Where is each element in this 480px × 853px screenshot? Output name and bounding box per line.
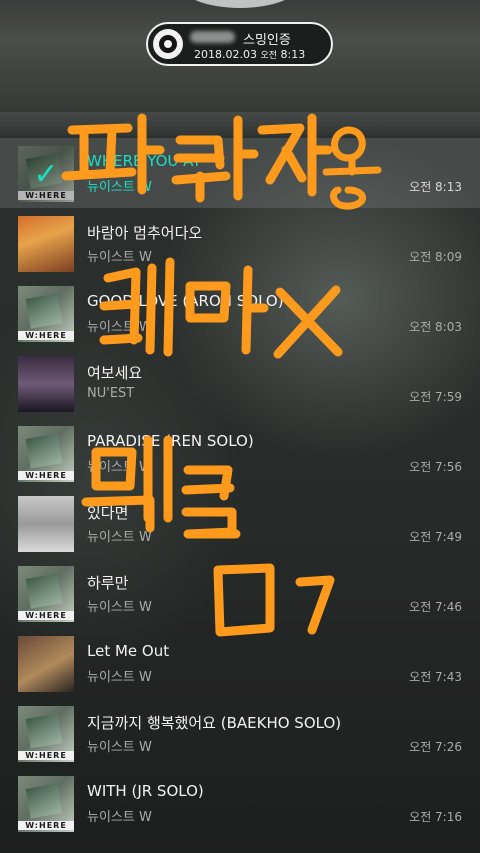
- song-row[interactable]: 지금까지 행복했어요 (BAEKHO SOLO) 뉴이스트 W 오전 7:26: [0, 698, 480, 768]
- song-row[interactable]: WITH (JR SOLO) 뉴이스트 W 오전 7:16: [0, 768, 480, 838]
- play-time: 오전 8:09: [409, 250, 462, 264]
- song-artist: NU'EST: [87, 386, 135, 401]
- song-row[interactable]: 여보세요 NU'EST 오전 7:59: [0, 348, 480, 418]
- play-time: 오전 7:43: [409, 670, 462, 684]
- song-row[interactable]: GOOD LOVE (ARON SOLO) 뉴이스트 W 오전 8:03: [0, 278, 480, 348]
- song-artist: 뉴이스트 W: [87, 180, 152, 195]
- album-thumbnail: [18, 426, 74, 482]
- play-time: 오전 7:49: [409, 530, 462, 544]
- song-title: Let Me Out: [87, 642, 170, 660]
- checkmark-icon: ✓: [18, 146, 74, 202]
- play-time: 오전 7:59: [409, 390, 462, 404]
- song-artist: 뉴이스트 W: [87, 250, 152, 265]
- album-thumbnail: [18, 636, 74, 692]
- album-thumbnail: [18, 776, 74, 832]
- song-title: 지금까지 행복했어요 (BAEKHO SOLO): [87, 714, 342, 732]
- song-title: WITH (JR SOLO): [87, 782, 204, 800]
- album-thumbnail: [18, 286, 74, 342]
- album-thumbnail: [18, 566, 74, 622]
- song-title: 하루만: [87, 574, 129, 592]
- album-thumbnail: [18, 216, 74, 272]
- song-title: 여보세요: [87, 364, 143, 382]
- song-artist: 뉴이스트 W: [87, 320, 152, 335]
- song-title: PARADISE (REN SOLO): [87, 432, 254, 450]
- play-time: 오전 7:56: [409, 460, 462, 474]
- auth-datetime: 2018.02.03 오전 8:13: [194, 48, 305, 61]
- song-artist: 뉴이스트 W: [87, 670, 152, 685]
- list-header-bar: [0, 112, 480, 136]
- song-row[interactable]: PARADISE (REN SOLO) 뉴이스트 W 오전 7:56: [0, 418, 480, 488]
- play-time: 오전 8:13: [409, 180, 462, 194]
- auth-date: 2018.02.03: [194, 48, 257, 61]
- song-artist: 뉴이스트 W: [87, 740, 152, 755]
- song-title: 바람아 멈추어다오: [87, 224, 203, 242]
- song-artist: 뉴이스트 W: [87, 460, 152, 475]
- play-time: 오전 7:26: [409, 740, 462, 754]
- song-artist: 뉴이스트 W: [87, 810, 152, 825]
- song-row[interactable]: ✓ WHERE YOU AT 뉴이스트 W 오전 8:13: [0, 138, 480, 208]
- play-time: 오전 8:03: [409, 320, 462, 334]
- album-thumbnail: [18, 356, 74, 412]
- recent-songs-list: ✓ WHERE YOU AT 뉴이스트 W 오전 8:13 바람아 멈추어다오 …: [0, 138, 480, 838]
- blurred-username: [190, 31, 235, 43]
- play-time: 오전 7:16: [409, 810, 462, 824]
- song-title: GOOD LOVE (ARON SOLO): [87, 292, 284, 310]
- song-title: WHERE YOU AT: [87, 152, 202, 170]
- disc-icon: [153, 29, 183, 59]
- song-row[interactable]: Let Me Out 뉴이스트 W 오전 7:43: [0, 628, 480, 698]
- streaming-auth-badge: 스밍인증 2018.02.03 오전 8:13: [146, 22, 333, 66]
- auth-label: 스밍인증: [243, 33, 291, 48]
- auth-time: 8:13: [280, 48, 306, 61]
- album-thumbnail: [18, 706, 74, 762]
- song-row[interactable]: 하루만 뉴이스트 W 오전 7:46: [0, 558, 480, 628]
- auth-ampm: 오전: [260, 51, 278, 61]
- song-row[interactable]: 바람아 멈추어다오 뉴이스트 W 오전 8:09: [0, 208, 480, 278]
- song-title: 있다면: [87, 504, 129, 522]
- play-time: 오전 7:46: [409, 600, 462, 614]
- song-artist: 뉴이스트 W: [87, 600, 152, 615]
- album-thumbnail: [18, 496, 74, 552]
- song-artist: 뉴이스트 W: [87, 530, 152, 545]
- song-row[interactable]: 있다면 뉴이스트 W 오전 7:49: [0, 488, 480, 558]
